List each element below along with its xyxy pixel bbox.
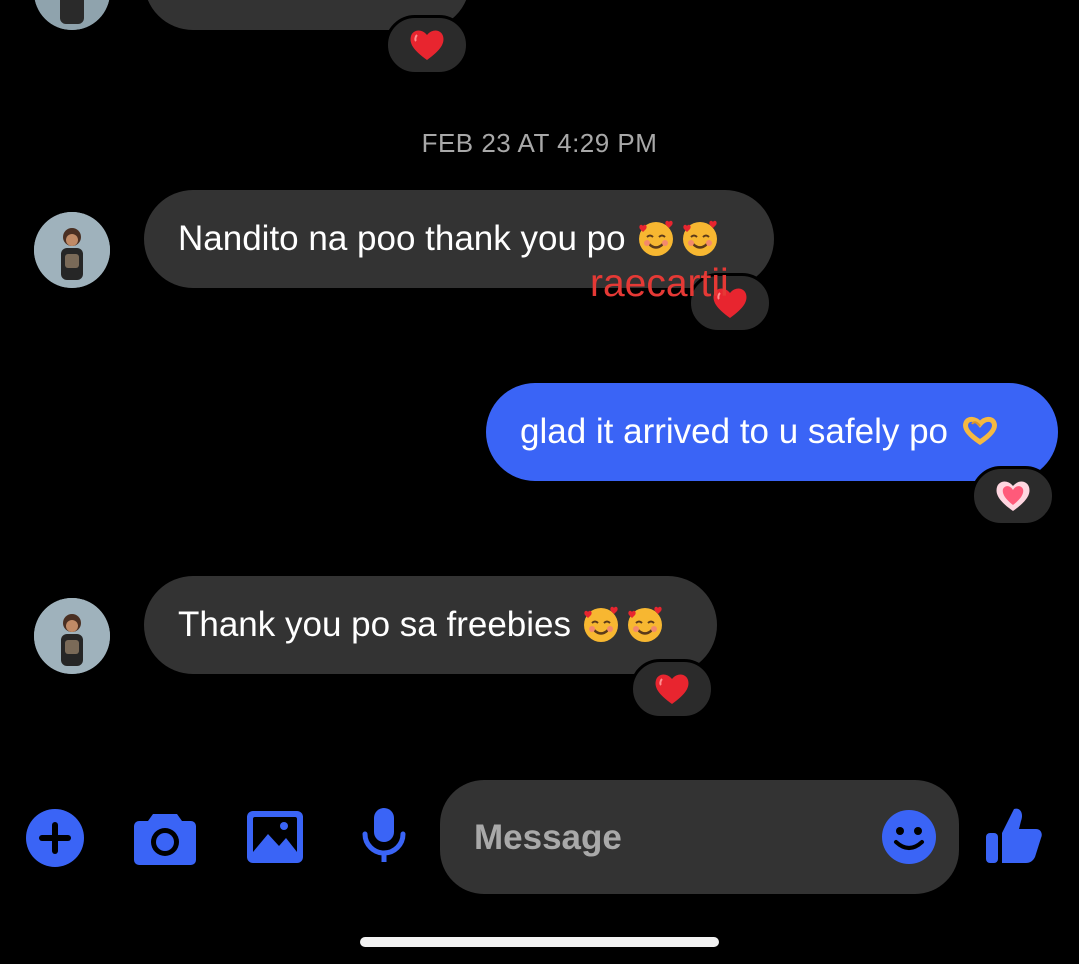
camera-button[interactable] (133, 810, 197, 866)
red-heart-icon (410, 30, 444, 60)
heart-hands-icon (963, 416, 997, 446)
date-separator: FEB 23 AT 4:29 PM (421, 128, 658, 158)
camera-icon (134, 814, 196, 865)
message-text: Thank you po sa freebies (178, 605, 572, 644)
gallery-button[interactable] (246, 810, 304, 864)
incoming-message-bubble[interactable]: Thank you po sa freebies (144, 576, 717, 674)
message-input[interactable] (472, 780, 866, 896)
outgoing-message-bubble[interactable]: glad it arrived to u safely po (486, 383, 1058, 481)
message-composer[interactable] (440, 780, 959, 896)
message-text: Nandito na poo thank you po (178, 219, 626, 258)
watermark: raecartii (590, 262, 729, 305)
smiling-face-with-hearts-icon (638, 220, 673, 256)
smiling-face-with-hearts-icon (682, 220, 717, 256)
smiling-face-with-hearts-icon (584, 606, 619, 642)
message-emoji (581, 605, 665, 645)
avatar-photo-icon (34, 212, 110, 288)
emoji-icon (882, 810, 936, 864)
emoji-button[interactable] (881, 809, 937, 865)
message-text: glad it arrived to u safely po (520, 412, 949, 451)
contact-avatar[interactable] (34, 598, 110, 674)
contact-avatar[interactable] (34, 0, 110, 30)
avatar-photo-icon (34, 598, 110, 674)
message-reaction[interactable] (971, 466, 1055, 526)
thumbs-up-button[interactable] (984, 805, 1044, 865)
home-indicator[interactable] (360, 937, 719, 947)
red-heart-icon (655, 674, 689, 704)
microphone-icon (362, 808, 406, 862)
avatar-photo-icon (34, 0, 110, 30)
growing-heart-icon (996, 481, 1030, 511)
microphone-button[interactable] (360, 806, 408, 866)
plus-button[interactable] (24, 807, 86, 869)
contact-avatar[interactable] (34, 212, 110, 288)
plus-icon (26, 809, 84, 867)
gallery-icon (247, 811, 303, 863)
message-emoji (636, 219, 720, 259)
previous-message-reaction[interactable] (385, 15, 469, 75)
smiling-face-with-hearts-icon (628, 606, 663, 642)
message-reaction[interactable] (630, 659, 714, 719)
thumbs-up-icon (986, 808, 1042, 863)
